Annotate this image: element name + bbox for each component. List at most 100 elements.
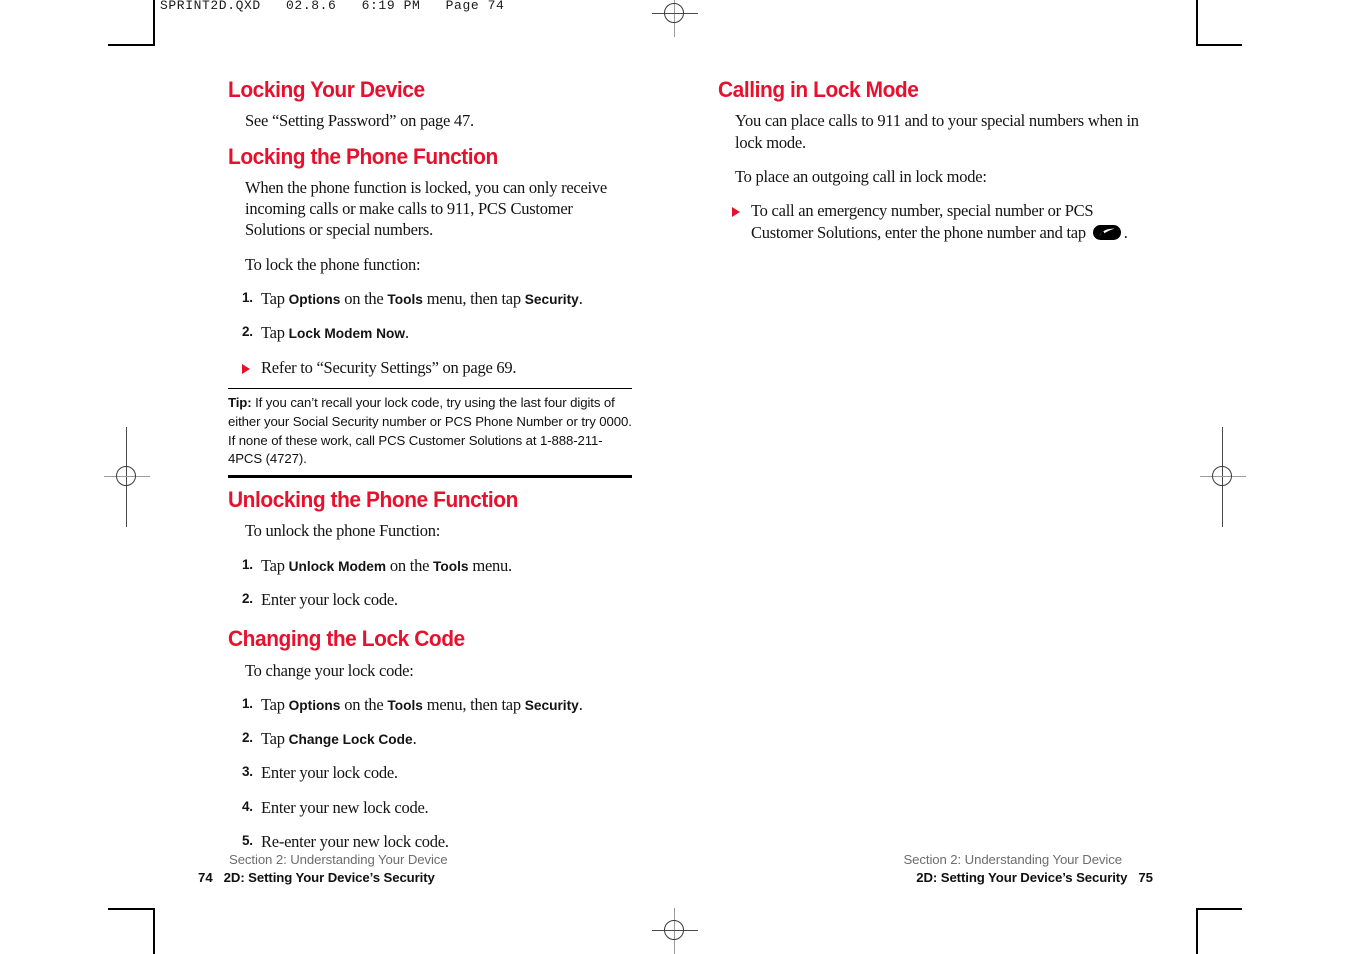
instruction-text: To call an emergency number, special num… xyxy=(751,201,1094,242)
step-number: 1. xyxy=(242,290,253,306)
heading-locking-your-device: Locking Your Device xyxy=(228,77,425,102)
footer-section-label: Section 2: Understanding Your Device xyxy=(903,851,1122,867)
crop-mark-bottom-right-vertical xyxy=(1196,908,1198,954)
crop-mark-bottom-left-vertical xyxy=(153,908,155,954)
crop-mark-top-right-vertical xyxy=(1196,0,1198,46)
right-page-column: Calling in Lock Mode You can place calls… xyxy=(718,78,1148,253)
step-text: menu. xyxy=(468,555,512,575)
page-number: 74 xyxy=(198,869,213,885)
step-text: Enter your lock code. xyxy=(261,763,398,783)
crop-mark-bottom-left-horizontal xyxy=(108,908,154,910)
step-text: Enter your new lock code. xyxy=(261,797,429,817)
step-text: Tap xyxy=(261,289,289,309)
footer-section-label: Section 2: Understanding Your Device xyxy=(229,851,448,867)
page-number: 75 xyxy=(1138,869,1153,885)
ui-term: Options xyxy=(288,292,341,308)
heading-unlocking-the-phone-function: Unlocking the Phone Function xyxy=(228,487,518,513)
step-text: Tap xyxy=(261,694,289,714)
instruction-text: . xyxy=(1123,222,1128,242)
step-text: . xyxy=(412,729,417,749)
step-number: 2. xyxy=(242,730,253,746)
paragraph-outgoing-call-lead-in: To place an outgoing call in lock mode: xyxy=(735,166,987,186)
registration-mark-bottom xyxy=(652,908,698,954)
ui-term: Unlock Modem xyxy=(288,558,386,574)
ui-term: Security xyxy=(524,292,579,308)
step-text: Tap xyxy=(261,555,289,575)
footer-subsection-label: 2D: Setting Your Device’s Security xyxy=(223,869,435,885)
step-text: menu, then tap xyxy=(422,694,525,714)
step-text: Tap xyxy=(261,323,289,343)
list-item: 2. Enter your lock code. xyxy=(228,589,632,610)
paragraph-lock-lead-in: To lock the phone function: xyxy=(245,254,421,274)
list-item: To call an emergency number, special num… xyxy=(718,200,1148,243)
registration-mark-left xyxy=(104,427,150,527)
tip-callout-box: Tip: If you can’t recall your lock code,… xyxy=(228,388,632,479)
print-file-slug: SPRINT2D.QXD 02.8.6 6:19 PM Page 74 xyxy=(160,0,505,13)
ui-term: Lock Modem Now xyxy=(288,326,405,342)
step-number: 3. xyxy=(242,764,253,780)
step-text: on the xyxy=(340,694,388,714)
instruction-list-emergency-call: To call an emergency number, special num… xyxy=(718,200,1148,243)
list-item: 2. Tap Change Lock Code. xyxy=(228,728,632,749)
step-text: . xyxy=(578,694,583,714)
paragraph-unlock-lead-in: To unlock the phone Function: xyxy=(245,521,441,541)
step-number: 1. xyxy=(242,695,253,711)
talk-key-icon xyxy=(1092,224,1121,240)
step-text: on the xyxy=(340,289,388,309)
registration-mark-top xyxy=(652,0,698,37)
list-item: 1. Tap Options on the Tools menu, then ta… xyxy=(228,288,632,309)
paragraph-change-lead-in: To change your lock code: xyxy=(245,660,414,680)
step-number: 1. xyxy=(242,556,253,572)
step-text: on the xyxy=(385,555,434,575)
crop-mark-bottom-right-horizontal xyxy=(1196,908,1242,910)
list-item: 2. Tap Lock Modem Now. xyxy=(228,322,632,343)
ui-term: Tools xyxy=(387,292,423,308)
arrow-bullet-icon xyxy=(242,363,250,374)
list-item: 3. Enter your lock code. xyxy=(228,762,632,783)
paragraph-locking-intro: When the phone function is locked, you c… xyxy=(245,177,607,240)
registration-mark-circle xyxy=(664,920,684,940)
ui-term: Change Lock Code xyxy=(288,732,413,748)
step-text: . xyxy=(578,289,583,309)
ui-term: Security xyxy=(524,697,579,713)
registration-mark-circle xyxy=(116,466,136,486)
cross-reference-list-security-settings: Refer to “Security Settings” on page 69. xyxy=(228,357,632,379)
steps-change-lock-code: 1. Tap Options on the Tools menu, then ta… xyxy=(228,694,632,852)
cross-reference-text: Refer to “Security Settings” on page 69. xyxy=(261,357,517,377)
crop-mark-top-left-horizontal xyxy=(108,44,154,46)
step-text: . xyxy=(405,323,409,343)
step-text: Enter your lock code. xyxy=(261,590,398,610)
paragraph-setting-password-ref: See “Setting Password” on page 47. xyxy=(245,111,474,131)
step-text: menu, then tap xyxy=(422,289,525,309)
heading-locking-the-phone-function: Locking the Phone Function xyxy=(228,143,498,169)
paragraph-calling-intro: You can place calls to 911 and to your s… xyxy=(735,111,1139,152)
tip-label: Tip: xyxy=(228,395,252,411)
step-number: 5. xyxy=(242,833,253,849)
list-item: Refer to “Security Settings” on page 69. xyxy=(228,357,632,379)
footer-subsection-label: 2D: Setting Your Device’s Security xyxy=(916,869,1128,885)
ui-term: Options xyxy=(288,697,341,713)
ui-term: Tools xyxy=(433,558,469,574)
list-item: 5. Re-enter your new lock code. xyxy=(228,831,632,852)
footer-left-page: Section 2: Understanding Your Device 74 … xyxy=(198,851,448,887)
footer-right-page: Section 2: Understanding Your Device 2D:… xyxy=(903,851,1153,887)
steps-unlock-phone-function: 1. Tap Unlock Modem on the Tools menu. 2.… xyxy=(228,555,632,611)
crop-mark-top-left-vertical xyxy=(153,0,155,46)
step-number: 2. xyxy=(242,324,253,340)
registration-mark-right xyxy=(1200,427,1246,527)
step-number: 2. xyxy=(242,591,253,607)
tip-text: If you can’t recall your lock code, try … xyxy=(228,395,632,467)
list-item: 1. Tap Options on the Tools menu, then ta… xyxy=(228,694,632,715)
step-text: Tap xyxy=(261,729,289,749)
ui-term: Tools xyxy=(387,697,423,713)
list-item: 1. Tap Unlock Modem on the Tools menu. xyxy=(228,555,632,576)
heading-calling-in-lock-mode: Calling in Lock Mode xyxy=(718,77,919,102)
left-page-column: Locking Your Device See “Setting Passwor… xyxy=(228,78,632,865)
heading-changing-the-lock-code: Changing the Lock Code xyxy=(228,626,465,652)
registration-mark-circle xyxy=(1212,466,1232,486)
step-text: Re-enter your new lock code. xyxy=(261,832,449,852)
list-item: 4. Enter your new lock code. xyxy=(228,797,632,818)
arrow-bullet-icon xyxy=(732,207,740,218)
step-number: 4. xyxy=(242,798,253,814)
registration-mark-circle xyxy=(664,3,684,23)
